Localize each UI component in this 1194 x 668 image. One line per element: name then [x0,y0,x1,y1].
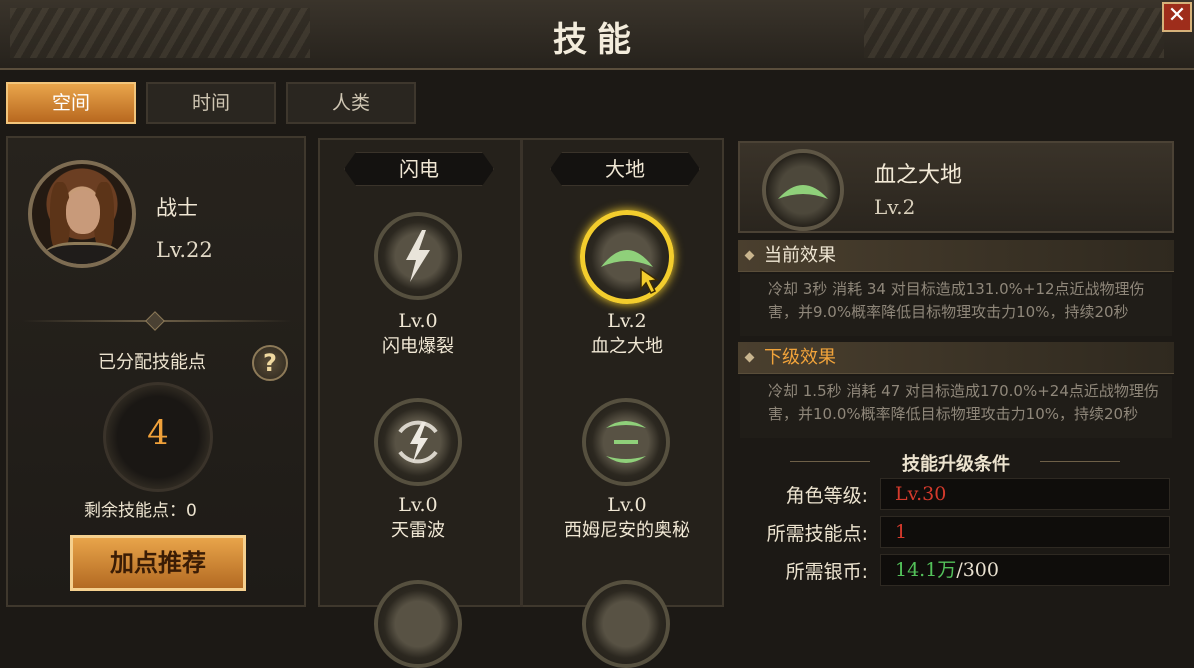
recommend-points-button[interactable]: 加点推荐 [70,535,246,591]
skill-name: 西姆尼安的奥秘 [564,520,690,541]
skill-node-locked[interactable] [374,580,462,668]
next-effect-header: 下级效果 [738,342,1174,374]
selected-skill-icon [762,149,844,231]
close-button[interactable]: ✕ [1162,2,1192,32]
character-class: 战士 [156,196,198,220]
requirement-label: 所需技能点: [766,523,868,545]
next-effect-title: 下级效果 [764,347,836,368]
next-effect-text: 冷却 1.5秒 消耗 47 对目标造成170.0%+24点近战物理伤害，并10.… [740,376,1172,438]
skill-node-thunder-wave[interactable] [374,398,462,486]
selected-skill-name: 血之大地 [874,163,963,188]
skill-node-lightning-burst[interactable] [374,212,462,300]
divider-gem-icon [145,311,165,331]
requirements-title: 技能升级条件 [902,454,1010,475]
character-portrait [28,160,136,268]
portrait-face [66,190,100,234]
arc-pair-icon [606,421,646,463]
current-effect-header: 当前效果 [738,240,1174,272]
skill-detail-header: 血之大地 Lv.2 [738,141,1174,233]
skill-level: Lv.2 [607,310,647,332]
selected-skill-level: Lv.2 [874,195,916,219]
allocated-points-value: 4 [147,413,169,453]
requirement-row-level: 角色等级: Lv.30 [738,478,1174,510]
skill-name: 天雷波 [391,520,445,541]
allocated-points-ring: 4 [103,382,213,492]
tab-human[interactable]: 人类 [286,82,416,124]
diamond-icon [744,352,755,363]
requirement-value-level: Lv.30 [880,478,1170,510]
title-bar: 技能 [0,0,1194,70]
requirement-row-silver: 所需银币: 14.1万/300 [738,554,1174,586]
requirement-value-skill-points: 1 [880,516,1170,548]
window-title: 技能 [553,20,641,60]
skill-level: Lv.0 [398,494,438,516]
silver-owned: 14.1万 [895,559,957,581]
tab-time[interactable]: 时间 [146,82,276,124]
column-header-lightning: 闪电 [344,152,494,186]
requirement-label: 角色等级: [785,485,868,507]
help-icon[interactable]: ? [252,345,288,381]
diamond-icon [744,250,755,261]
skill-level: Lv.0 [607,494,647,516]
skill-node-locked[interactable] [582,580,670,668]
column-header-earth: 大地 [550,152,700,186]
skill-tree-panel: 闪电 大地 Lv.0 闪电爆裂 Lv.2 血之大地 Lv.0 天雷波 Lv.0 [318,138,724,668]
requirement-value-silver: 14.1万/300 [880,554,1170,586]
character-panel: 战士 Lv.22 已分配技能点 ? 4 剩余技能点：0 加点推荐 [6,136,306,607]
skill-level: Lv.0 [398,310,438,332]
skill-node-blood-earth[interactable] [580,210,674,304]
skill-node-simnian-mystery[interactable] [582,398,670,486]
requirement-label: 所需银币: [785,561,868,583]
thunder-wave-icon [398,420,438,464]
skill-name: 闪电爆裂 [382,336,454,357]
tab-space[interactable]: 空间 [6,82,136,124]
crescent-icon [778,185,828,199]
remaining-points-label: 剩余技能点：0 [84,501,197,521]
crescent-icon [601,250,660,295]
current-effect-title: 当前效果 [764,245,836,266]
portrait-armor [44,242,120,264]
current-effect-text: 冷却 3秒 消耗 34 对目标造成131.0%+12点近战物理伤害，并9.0%概… [740,274,1172,336]
column-divider [520,140,523,607]
character-level: Lv.22 [156,238,213,262]
allocated-points-label: 已分配技能点 [98,352,206,373]
requirement-row-skill-points: 所需技能点: 1 [738,516,1174,548]
skill-name: 血之大地 [591,336,663,357]
lightning-icon [406,230,430,282]
silver-required: /300 [956,559,999,581]
